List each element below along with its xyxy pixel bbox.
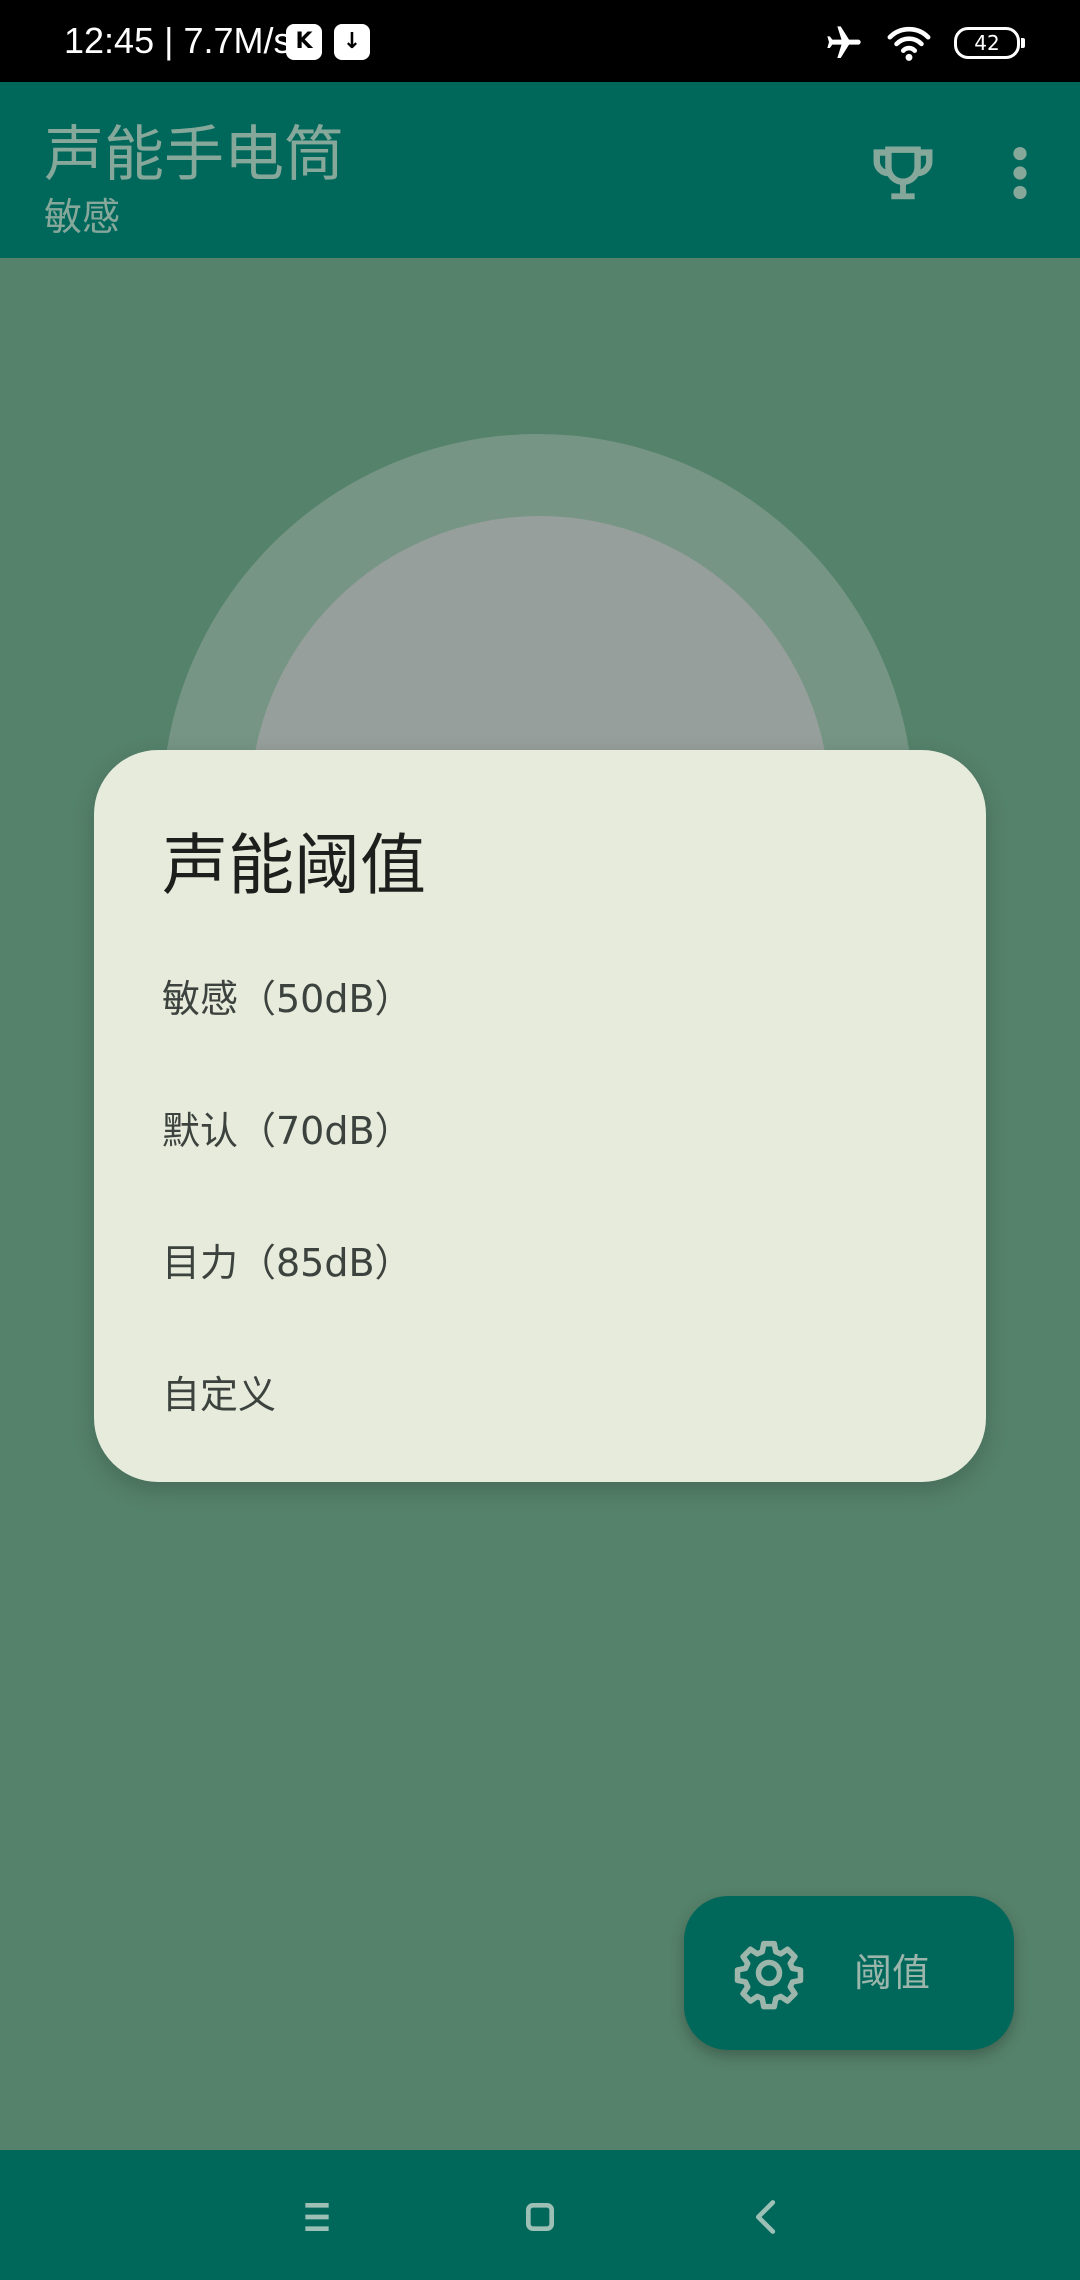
- trophy-icon: [873, 146, 933, 200]
- threshold-dialog: 声能阈值 敏感（50dB） 默认（70dB） 目力（85dB） 自定义: [94, 750, 986, 1482]
- more-vert-icon: [1013, 146, 1027, 200]
- home-icon: [526, 2203, 554, 2231]
- menu-icon: [305, 2203, 329, 2231]
- option-sensitive[interactable]: 敏感（50dB）: [162, 944, 922, 1054]
- status-icons: 42: [824, 20, 1025, 66]
- download-icon: ↓: [334, 24, 370, 60]
- wifi-icon: [887, 26, 931, 61]
- battery-icon: 42: [954, 27, 1025, 59]
- status-bar: 12:45 | 7.7M/s K ↓ 42: [0, 0, 1080, 82]
- home-button[interactable]: [505, 2182, 575, 2252]
- more-options-button[interactable]: [1000, 138, 1040, 208]
- gear-icon: [734, 1940, 804, 2010]
- airplane-mode-icon: [827, 26, 861, 58]
- recents-button[interactable]: [282, 2182, 352, 2252]
- back-icon: [755, 2200, 776, 2234]
- trophy-button[interactable]: [868, 138, 938, 208]
- back-button[interactable]: [732, 2182, 802, 2252]
- app-subtitle: 敏感: [44, 195, 121, 239]
- fab-label: 阈值: [854, 1951, 931, 1995]
- navigation-bar: [0, 2150, 1080, 2280]
- battery-level: 42: [974, 31, 1000, 55]
- status-time: 12:45 | 7.7M/s: [64, 20, 292, 61]
- app-notification-icon: K: [286, 24, 322, 60]
- app-bar: 声能手电筒 敏感: [0, 82, 1080, 258]
- dialog-title: 声能阈值: [162, 827, 426, 904]
- option-default[interactable]: 默认（70dB）: [162, 1076, 922, 1186]
- option-custom[interactable]: 自定义: [162, 1340, 922, 1450]
- threshold-fab[interactable]: 阈值: [684, 1896, 1014, 2050]
- option-strong[interactable]: 目力（85dB）: [162, 1208, 922, 1318]
- app-title: 声能手电筒: [44, 120, 344, 190]
